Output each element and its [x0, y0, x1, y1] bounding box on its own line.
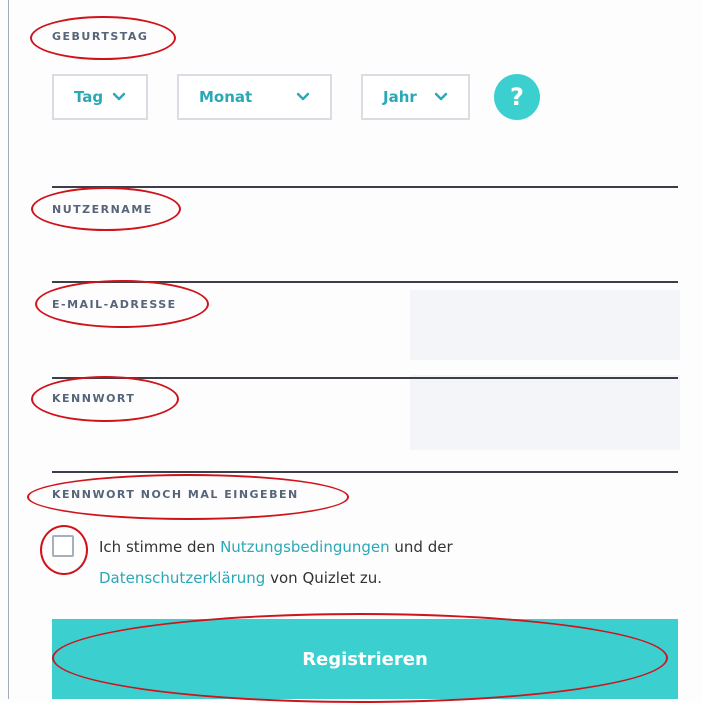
signup-form: GEBURTSTAG Tag Monat Jahr ? NUTZERNAME E… — [0, 0, 702, 703]
password-repeat-underline — [52, 471, 678, 473]
privacy-policy-link[interactable]: Datenschutzerklärung — [99, 569, 265, 587]
password-repeat-label: KENNWORT NOCH MAL EINGEBEN — [52, 488, 299, 501]
username-label: NUTZERNAME — [52, 203, 153, 216]
month-select-label: Monat — [199, 88, 253, 106]
terms-suffix: von Quizlet zu. — [265, 569, 382, 587]
terms-checkbox[interactable] — [52, 535, 74, 557]
terms-of-use-link[interactable]: Nutzungsbedingungen — [220, 538, 390, 556]
terms-prefix: Ich stimme den — [99, 538, 221, 556]
register-button[interactable]: Registrieren — [52, 619, 678, 699]
year-select-label: Jahr — [383, 88, 417, 106]
email-underline — [52, 281, 678, 283]
email-label: E-MAIL-ADRESSE — [52, 298, 177, 311]
year-select[interactable]: Jahr — [361, 74, 470, 120]
password-input[interactable] — [52, 341, 682, 377]
birthday-help-button[interactable]: ? — [494, 74, 540, 120]
chevron-down-icon — [112, 92, 126, 101]
day-select[interactable]: Tag — [52, 74, 148, 120]
username-input[interactable] — [52, 150, 682, 186]
username-underline — [52, 186, 678, 188]
chevron-down-icon — [296, 92, 310, 101]
question-mark-icon: ? — [510, 83, 524, 111]
month-select[interactable]: Monat — [177, 74, 332, 120]
day-select-label: Tag — [74, 88, 104, 106]
terms-middle: und der — [389, 538, 453, 556]
password-label: KENNWORT — [52, 392, 136, 405]
email-input[interactable] — [52, 245, 682, 281]
password-underline — [52, 377, 678, 379]
birthday-label: GEBURTSTAG — [52, 30, 149, 43]
terms-text: Ich stimme den Nutzungsbedingungen und d… — [99, 532, 659, 594]
chevron-down-icon — [434, 92, 448, 101]
password-repeat-input[interactable] — [52, 435, 682, 471]
